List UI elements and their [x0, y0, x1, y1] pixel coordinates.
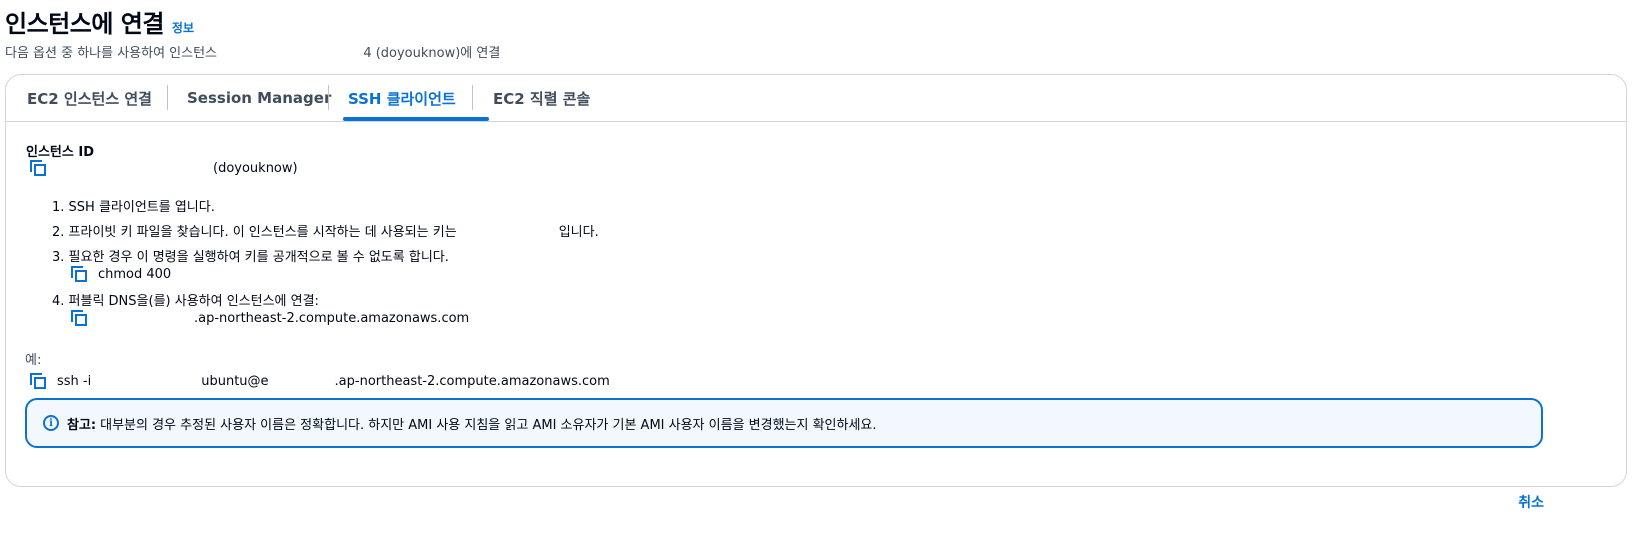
example-command-row: ssh -i ubuntu@e .ap-northeast-2.compute.… [29, 372, 610, 390]
tab-separator [472, 85, 473, 110]
page-header: 인스턴스에 연결 정보 다음 옵션 중 하나를 사용하여 인스턴스 4 (doy… [5, 4, 500, 61]
example-command-suffix: .ap-northeast-2.compute.amazonaws.com [334, 373, 610, 389]
step-2-text: 2. 프라이빗 키 파일을 찾습니다. 이 인스턴스를 시작하는 데 사용되는 … [52, 225, 457, 240]
instance-id-row: (doyouknow) [29, 159, 298, 177]
connect-panel: EC2 인스턴스 연결 Session Manager SSH 클라이언트 EC… [5, 74, 1627, 487]
step-1: 1. SSH 클라이언트를 엽니다. [52, 200, 215, 215]
page-subtitle: 다음 옵션 중 하나를 사용하여 인스턴스 4 (doyouknow)에 연결 [5, 42, 500, 61]
page-title: 인스턴스에 연결 [5, 10, 164, 38]
instance-name: (doyouknow) [213, 160, 298, 176]
subtitle-suffix: 4 (doyouknow)에 연결 [363, 46, 501, 61]
step-2-suffix: 입니다. [558, 225, 599, 240]
copy-icon[interactable] [29, 372, 47, 390]
instance-id-label: 인스턴스 ID [26, 145, 94, 160]
tab-ec2-serial-console[interactable]: EC2 직렬 콘솔 [493, 83, 590, 113]
subtitle-prefix: 다음 옵션 중 하나를 사용하여 인스턴스 [5, 46, 218, 61]
note-alert: i 참고: 대부분의 경우 추정된 사용자 이름은 정확합니다. 하지만 AMI… [25, 398, 1543, 448]
copy-icon[interactable] [29, 159, 47, 177]
tab-bar: EC2 인스턴스 연결 Session Manager SSH 클라이언트 EC… [6, 75, 1626, 122]
chmod-command: chmod 400 [98, 266, 172, 282]
cancel-button[interactable]: 취소 [1518, 492, 1544, 512]
chmod-command-row: chmod 400 [70, 265, 171, 283]
tab-ec2-instance-connect[interactable]: EC2 인스턴스 연결 [27, 83, 152, 113]
step-4: 4. 퍼블릭 DNS을(를) 사용하여 인스턴스에 연결: [52, 294, 319, 309]
info-icon: i [43, 415, 59, 431]
note-text: 대부분의 경우 추정된 사용자 이름은 정확합니다. 하지만 AMI 사용 지침… [100, 417, 877, 433]
public-dns: .ap-northeast-2.compute.amazonaws.com [194, 310, 470, 326]
tab-separator [167, 85, 168, 110]
example-label: 예: [25, 353, 42, 368]
step-2: 2. 프라이빗 키 파일을 찾습니다. 이 인스턴스를 시작하는 데 사용되는 … [52, 221, 599, 240]
step-3: 3. 필요한 경우 이 명령을 실행하여 키를 공개적으로 볼 수 없도록 합니… [52, 250, 449, 265]
note-label: 참고: [67, 417, 97, 433]
info-link[interactable]: 정보 [172, 19, 194, 36]
tab-separator [328, 85, 329, 110]
example-command-prefix: ssh -i [57, 373, 92, 389]
public-dns-row: .ap-northeast-2.compute.amazonaws.com [70, 309, 469, 327]
copy-icon[interactable] [70, 309, 88, 327]
example-command-user: ubuntu@e [201, 373, 269, 389]
copy-icon[interactable] [70, 265, 88, 283]
tab-ssh-client[interactable]: SSH 클라이언트 [348, 83, 456, 113]
tab-session-manager[interactable]: Session Manager [187, 83, 331, 113]
active-tab-indicator [343, 117, 489, 121]
